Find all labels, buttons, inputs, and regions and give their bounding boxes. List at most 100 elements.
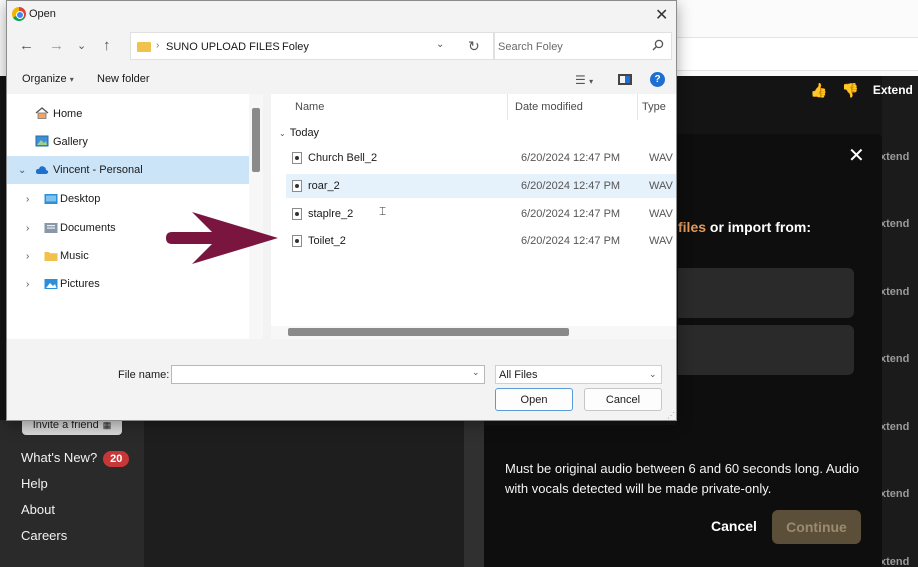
file-type-value: All Files bbox=[499, 369, 538, 381]
refresh-icon[interactable]: ↻ bbox=[468, 38, 480, 55]
file-type: WAV File bbox=[649, 208, 676, 220]
close-icon[interactable]: ✕ bbox=[848, 146, 865, 166]
file-name-combobox: ⌄ bbox=[171, 365, 485, 384]
app-divider bbox=[464, 420, 484, 567]
file-name-input[interactable] bbox=[175, 368, 465, 381]
pictures-folder-icon bbox=[44, 279, 58, 289]
import-source-option[interactable] bbox=[678, 268, 854, 318]
file-date: 6/20/2024 12:47 PM bbox=[521, 208, 621, 220]
breadcrumb-suno-upload-files[interactable]: SUNO UPLOAD FILES bbox=[166, 41, 280, 53]
extend-button[interactable]: xtend bbox=[880, 218, 909, 230]
whats-new-link[interactable]: What's New? 20 bbox=[21, 450, 130, 467]
whats-new-label: What's New? bbox=[21, 450, 98, 465]
modal-cancel-button[interactable]: Cancel bbox=[711, 518, 757, 534]
file-name-label: File name: bbox=[118, 369, 170, 381]
thumbs-up-icon[interactable]: 👍 bbox=[810, 83, 827, 97]
nav-item-label: Gallery bbox=[53, 136, 88, 148]
help-icon[interactable]: ? bbox=[650, 72, 665, 87]
help-link[interactable]: Help bbox=[21, 476, 48, 491]
app-content-area bbox=[144, 420, 464, 567]
file-date: 6/20/2024 12:47 PM bbox=[521, 235, 621, 247]
chevron-right-icon[interactable]: › bbox=[26, 279, 29, 290]
file-name: roar_2 bbox=[308, 180, 340, 192]
extend-button[interactable]: xtend bbox=[880, 556, 909, 567]
home-icon bbox=[35, 107, 49, 119]
column-header-date[interactable]: Date modified bbox=[515, 101, 583, 113]
nav-item-desktop[interactable]: › Desktop bbox=[7, 185, 249, 213]
file-type: WAV File bbox=[649, 152, 676, 164]
nav-item-label: Home bbox=[53, 108, 83, 120]
prompt-files-link[interactable]: files bbox=[678, 219, 706, 235]
caret-down-icon: ▾ bbox=[69, 75, 74, 84]
nav-item-label: Desktop bbox=[60, 193, 101, 205]
chevron-right-icon[interactable]: › bbox=[26, 251, 29, 262]
breadcrumb-foley[interactable]: Foley bbox=[282, 41, 309, 53]
file-type-select[interactable]: All Files ⌄ bbox=[495, 365, 662, 384]
file-row[interactable]: Church Bell_2 6/20/2024 12:47 PM WAV Fil… bbox=[286, 146, 676, 170]
song-actions: 👍 👎 Extend bbox=[810, 80, 913, 100]
file-row[interactable]: Toilet_2 6/20/2024 12:47 PM WAV File bbox=[286, 229, 676, 253]
search-box bbox=[494, 32, 672, 60]
open-button[interactable]: Open bbox=[495, 388, 573, 411]
chevron-right-icon[interactable]: › bbox=[26, 194, 29, 205]
column-divider[interactable] bbox=[637, 94, 638, 120]
app-sidebar bbox=[0, 420, 144, 567]
chevron-down-icon[interactable]: ⌄ bbox=[18, 165, 26, 176]
back-arrow-icon[interactable]: ← bbox=[19, 37, 34, 54]
column-divider[interactable] bbox=[507, 94, 508, 120]
file-row[interactable]: roar_2 6/20/2024 12:47 PM WAV File bbox=[286, 174, 676, 198]
chevron-right-icon[interactable]: › bbox=[26, 223, 29, 234]
new-folder-button[interactable]: New folder bbox=[97, 73, 150, 85]
careers-link[interactable]: Careers bbox=[21, 528, 67, 543]
nav-item-label: Music bbox=[60, 250, 89, 262]
up-arrow-icon[interactable]: ↑ bbox=[103, 37, 111, 54]
extend-button[interactable]: xtend bbox=[880, 286, 909, 298]
extend-button[interactable]: xtend bbox=[880, 488, 909, 500]
modal-prompt: files or import from: bbox=[678, 219, 811, 235]
recent-locations-chevron-icon[interactable]: ⌄ bbox=[77, 39, 86, 52]
annotation-arrow-icon bbox=[166, 212, 278, 264]
resize-grip-icon[interactable]: ⋰ bbox=[667, 411, 675, 420]
chevron-down-icon[interactable]: ⌄ bbox=[436, 39, 444, 50]
nav-item-pictures[interactable]: › Pictures bbox=[7, 270, 249, 298]
search-icon[interactable] bbox=[652, 39, 664, 51]
cancel-button[interactable]: Cancel bbox=[584, 388, 662, 411]
extend-button[interactable]: xtend bbox=[880, 353, 909, 365]
forward-arrow-icon[interactable]: → bbox=[49, 37, 64, 54]
file-date: 6/20/2024 12:47 PM bbox=[521, 180, 621, 192]
file-name: Toilet_2 bbox=[308, 235, 346, 247]
desktop-folder-icon bbox=[44, 194, 58, 204]
breadcrumb-separator-icon: › bbox=[156, 40, 160, 51]
search-input[interactable] bbox=[498, 38, 648, 56]
horizontal-scrollbar[interactable] bbox=[271, 326, 676, 339]
chevron-down-icon[interactable]: ⌄ bbox=[472, 367, 480, 378]
file-name: staplre_2 bbox=[308, 208, 354, 220]
file-type: WAV File bbox=[649, 235, 676, 247]
audio-file-icon bbox=[292, 152, 302, 164]
about-link[interactable]: About bbox=[21, 502, 55, 517]
continue-button[interactable]: Continue bbox=[772, 510, 861, 544]
file-date: 6/20/2024 12:47 PM bbox=[521, 152, 621, 164]
file-row[interactable]: staplre_2 6/20/2024 12:47 PM WAV File bbox=[286, 202, 676, 226]
close-icon[interactable]: ✕ bbox=[655, 5, 668, 25]
nav-item-label: Vincent - Personal bbox=[53, 164, 143, 176]
nav-item-vincent-personal[interactable]: ⌄ Vincent - Personal bbox=[7, 156, 249, 184]
view-options-icon[interactable]: ☰ ▾ bbox=[575, 73, 593, 87]
nav-item-gallery[interactable]: Gallery bbox=[7, 128, 249, 156]
thumbs-down-icon[interactable]: 👎 bbox=[841, 83, 858, 97]
column-header-name[interactable]: Name bbox=[295, 101, 324, 113]
group-header-today[interactable]: ⌄ Today bbox=[279, 127, 319, 139]
import-source-option[interactable] bbox=[678, 325, 854, 375]
extend-button[interactable]: xtend bbox=[880, 421, 909, 433]
extend-button[interactable]: Extend bbox=[873, 83, 913, 97]
scrollbar-thumb[interactable] bbox=[288, 328, 569, 336]
preview-pane-icon[interactable] bbox=[618, 74, 632, 85]
extend-button[interactable]: xtend bbox=[880, 151, 909, 163]
column-header-type[interactable]: Type bbox=[642, 101, 666, 113]
nav-item-home[interactable]: Home bbox=[7, 100, 249, 128]
file-name: Church Bell_2 bbox=[308, 152, 378, 164]
nav-item-label: Pictures bbox=[60, 278, 100, 290]
address-bar[interactable]: › SUNO UPLOAD FILES › Foley ⌄ ↻ bbox=[130, 32, 494, 60]
organize-menu[interactable]: Organize ▾ bbox=[22, 73, 74, 85]
scrollbar-thumb[interactable] bbox=[252, 108, 260, 172]
